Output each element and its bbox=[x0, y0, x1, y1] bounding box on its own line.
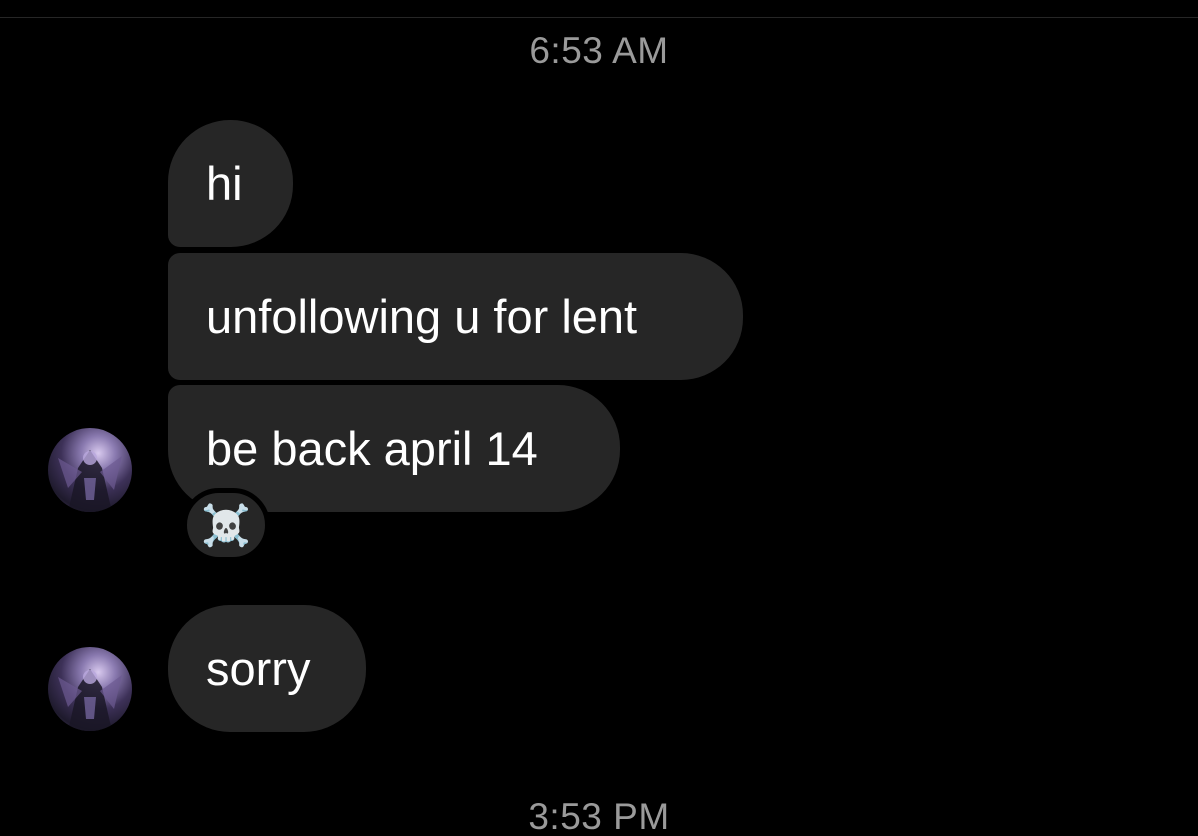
avatar[interactable] bbox=[48, 647, 132, 731]
message-bubble[interactable]: sorry bbox=[168, 605, 366, 732]
message-bubble[interactable]: hi bbox=[168, 120, 293, 247]
message-text: sorry bbox=[206, 642, 311, 695]
avatar-image bbox=[58, 669, 122, 731]
chat-thread: 6:53 AM hi unfollowing u for lent be bac… bbox=[0, 0, 1198, 836]
avatar-image bbox=[58, 450, 122, 512]
avatar[interactable] bbox=[48, 428, 132, 512]
top-divider bbox=[0, 0, 1198, 18]
message-text: hi bbox=[206, 157, 243, 210]
reaction-badge[interactable]: ☠️ bbox=[182, 488, 270, 562]
message-bubble[interactable]: unfollowing u for lent bbox=[168, 253, 743, 380]
skull-crossbones-icon: ☠️ bbox=[201, 503, 251, 548]
message-text: be back april 14 bbox=[206, 422, 538, 475]
timestamp: 3:53 PM bbox=[528, 796, 670, 836]
timestamp: 6:53 AM bbox=[529, 30, 669, 71]
message-text: unfollowing u for lent bbox=[206, 290, 638, 343]
